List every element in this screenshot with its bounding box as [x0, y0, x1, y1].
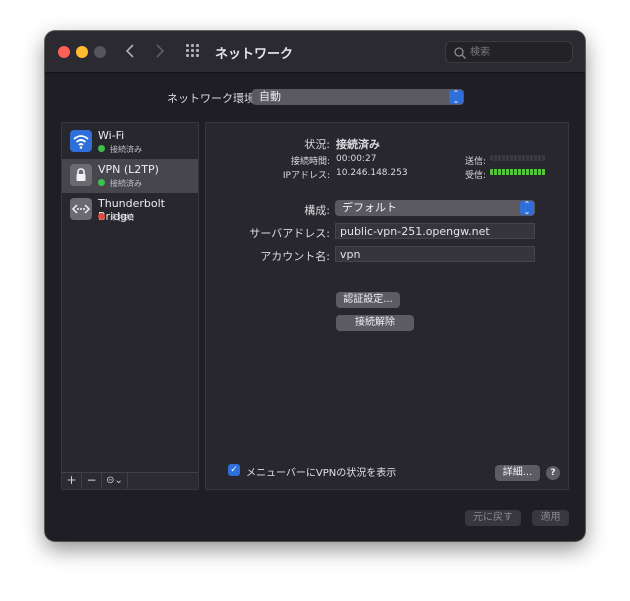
search-field[interactable] [445, 41, 573, 63]
meter-tick [521, 169, 522, 175]
server-address-field[interactable] [335, 223, 535, 239]
close-window-button[interactable] [58, 46, 70, 58]
meter-tick [533, 155, 534, 161]
back-chevron-icon[interactable] [121, 41, 141, 61]
service-status: 未接続 [110, 213, 134, 222]
meter-tick [513, 169, 514, 175]
meter-tick [517, 169, 518, 175]
apply-button[interactable]: 適用 [532, 510, 569, 526]
status-dot-icon [98, 179, 105, 186]
meter-tick [501, 155, 502, 161]
help-button[interactable]: ? [546, 466, 560, 480]
status-label: 状況: [304, 138, 330, 151]
service-list: Wi-Fi 接続済み VPN (L2TP) 接続済み Thunderbolt B… [61, 122, 199, 490]
server-address-label: サーバアドレス: [249, 227, 330, 240]
meter-tick [505, 155, 506, 161]
service-name: VPN (L2TP) [98, 163, 159, 176]
receive-label: 受信: [464, 171, 486, 181]
meter-tick [541, 155, 542, 161]
meter-tick [501, 169, 502, 175]
receive-meter [490, 169, 546, 175]
meter-tick [493, 155, 494, 161]
account-name-label: アカウント名: [260, 250, 330, 263]
connect-time-value: 00:00:27 [336, 154, 377, 164]
updown-chevron-icon: ⌃ ⌄ [520, 201, 534, 216]
meter-tick [493, 169, 494, 175]
meter-tick [509, 155, 510, 161]
search-icon [454, 47, 466, 59]
meter-tick [497, 169, 498, 175]
meter-tick [525, 155, 526, 161]
send-label: 送信: [464, 157, 486, 167]
show-vpn-in-menubar-label: メニューバーにVPNの状況を表示 [246, 468, 397, 479]
meter-tick [525, 169, 526, 175]
minimize-window-button[interactable] [76, 46, 88, 58]
meter-tick [513, 155, 514, 161]
meter-tick [545, 155, 546, 161]
ip-address-label: IPアドレス: [282, 171, 330, 181]
add-service-button[interactable]: + [62, 473, 82, 489]
service-item-thunderbolt-bridge[interactable]: Thunderbolt Bridge 未接続 [62, 193, 198, 227]
status-value: 接続済み [336, 138, 380, 151]
service-list-toolbar: + − ⊝⌄ [62, 472, 198, 489]
location-label: ネットワーク環境: [167, 92, 259, 105]
disconnect-button[interactable]: 接続解除 [336, 315, 414, 331]
meter-tick [521, 155, 522, 161]
meter-tick [497, 155, 498, 161]
meter-tick [537, 155, 538, 161]
title-bar: ネットワーク [45, 31, 585, 73]
forward-chevron-icon[interactable] [149, 41, 169, 61]
send-meter [490, 155, 546, 161]
network-preferences-window: ネットワーク ネットワーク環境: 自動 ⌃⌄ Wi-Fi 接続済み VPN (L… [45, 31, 585, 541]
location-popup[interactable]: 自動 ⌃ ⌄ [252, 89, 464, 105]
window-title: ネットワーク [215, 47, 294, 62]
meter-tick [529, 155, 530, 161]
meter-tick [541, 169, 542, 175]
service-status: 接続済み [110, 145, 142, 154]
show-all-grid-icon[interactable] [186, 44, 201, 59]
meter-tick [545, 169, 546, 175]
status-dot-icon [98, 213, 105, 220]
action-menu-button[interactable]: ⊝⌄ [102, 473, 128, 489]
service-item-wifi[interactable]: Wi-Fi 接続済み [62, 125, 198, 159]
advanced-button[interactable]: 詳細... [495, 465, 540, 481]
configuration-value: デフォルト [342, 201, 397, 214]
search-input[interactable] [470, 44, 568, 60]
revert-button[interactable]: 元に戻す [465, 510, 521, 526]
updown-chevron-icon: ⌃ ⌄ [449, 90, 463, 105]
remove-service-button[interactable]: − [82, 473, 102, 489]
ip-address-value: 10.246.148.253 [336, 168, 408, 178]
zoom-window-button[interactable] [94, 46, 106, 58]
configuration-popup[interactable]: デフォルト ⌃ ⌄ [335, 200, 535, 216]
configuration-label: 構成: [304, 204, 330, 217]
status-dot-icon [98, 145, 105, 152]
account-name-field[interactable] [335, 246, 535, 262]
thunderbolt-bridge-icon [70, 198, 92, 220]
location-value: 自動 [259, 90, 281, 103]
connect-time-label: 接続時間: [290, 157, 330, 167]
meter-tick [509, 169, 510, 175]
service-name: Wi-Fi [98, 129, 125, 142]
show-vpn-in-menubar-checkbox[interactable]: ✓ [228, 464, 240, 476]
wifi-icon [70, 130, 92, 152]
meter-tick [537, 169, 538, 175]
vpn-detail-panel: 状況: 接続済み 接続時間: 00:00:27 IPアドレス: 10.246.1… [205, 122, 569, 490]
service-status: 接続済み [110, 179, 142, 188]
meter-tick [505, 169, 506, 175]
service-item-vpn[interactable]: VPN (L2TP) 接続済み [62, 159, 198, 193]
meter-tick [533, 169, 534, 175]
meter-tick [517, 155, 518, 161]
meter-tick [529, 169, 530, 175]
lock-icon [70, 164, 92, 186]
authentication-settings-button[interactable]: 認証設定... [336, 292, 400, 308]
